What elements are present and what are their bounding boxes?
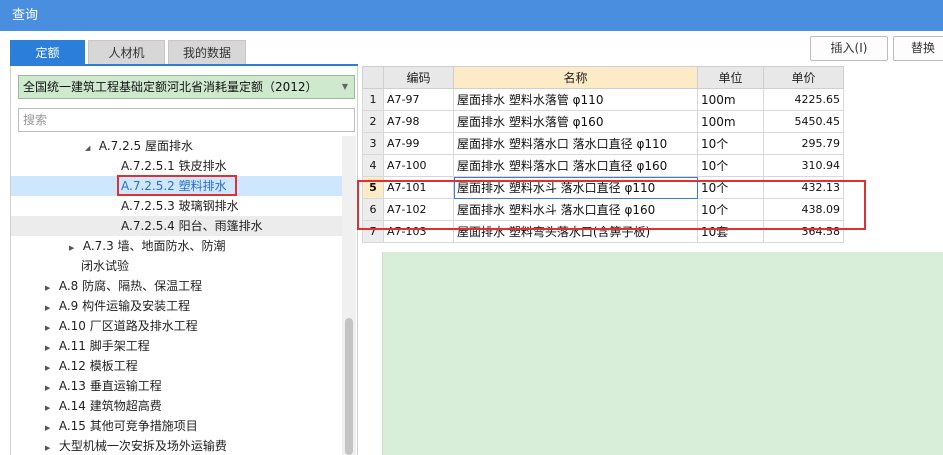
tree-node-label: A.7.2.5.1 铁皮排水 — [121, 159, 227, 173]
row-index[interactable]: 4 — [362, 154, 384, 177]
collapse-triangle-icon[interactable]: ◢ — [85, 138, 95, 158]
tree-node-a7-3[interactable]: ▶ A.7.3 墙、地面防水、防潮 — [69, 236, 226, 256]
tree-node-label: A.7.2.5.3 玻璃钢排水 — [121, 199, 239, 213]
tab-labor-material-machine[interactable]: 人材机 — [88, 40, 165, 65]
cell-name[interactable]: 屋面排水 塑料水落管 φ160 — [453, 110, 698, 133]
cell-unit[interactable]: 10个 — [697, 132, 764, 155]
cell-code[interactable]: A7-99 — [383, 132, 454, 155]
tab-bar: 定额 人材机 我的数据 — [10, 40, 249, 65]
corner-cell[interactable] — [362, 66, 384, 89]
cell-name[interactable]: 屋面排水 塑料落水口 落水口直径 φ160 — [453, 154, 698, 177]
tree-node-label: A.12 模板工程 — [58, 359, 138, 373]
chapter-tree: ◢ A.7.2.5 屋面排水 A.7.2.5.1 铁皮排水 A.7.2.5.2 … — [11, 136, 357, 455]
expand-triangle-icon[interactable]: ▶ — [45, 378, 55, 398]
tree-scrollbar[interactable] — [342, 136, 356, 455]
tree-node-a7-2-5-3[interactable]: A.7.2.5.3 玻璃钢排水 — [121, 196, 239, 216]
tree-node-a7-2-5-1[interactable]: A.7.2.5.1 铁皮排水 — [121, 156, 227, 176]
tree-node-label: A.7.2.5 屋面排水 — [98, 139, 193, 153]
expand-triangle-icon[interactable]: ▶ — [45, 298, 55, 318]
tree-node-a15[interactable]: ▶ A.15 其他可竞争措施项目 — [45, 416, 198, 436]
expand-triangle-icon[interactable]: ▶ — [45, 318, 55, 338]
highlight-box-tree — [117, 175, 237, 196]
table-row[interactable]: 2 A7-98 屋面排水 塑料水落管 φ160 100m 5450.45 — [362, 110, 844, 133]
tree-node-a8[interactable]: ▶ A.8 防腐、隔热、保温工程 — [45, 276, 202, 296]
row-index[interactable]: 3 — [362, 132, 384, 155]
tab-my-data[interactable]: 我的数据 — [168, 40, 246, 65]
tree-node-a10[interactable]: ▶ A.10 厂区道路及排水工程 — [45, 316, 198, 336]
tree-node-large-machinery[interactable]: ▶ 大型机械一次安拆及场外运输费 — [45, 436, 227, 455]
cell-code[interactable]: A7-100 — [383, 154, 454, 177]
expand-triangle-icon[interactable]: ▶ — [45, 358, 55, 378]
tab-quota[interactable]: 定额 — [10, 40, 85, 65]
tree-node-label: A.8 防腐、隔热、保温工程 — [58, 279, 203, 293]
row-index[interactable]: 1 — [362, 88, 384, 111]
expand-triangle-icon[interactable]: ▶ — [45, 278, 55, 298]
tree-node-label: A.7.3 墙、地面防水、防潮 — [82, 239, 226, 253]
table-row[interactable]: 1 A7-97 屋面排水 塑料水落管 φ110 100m 4225.65 — [362, 88, 844, 111]
column-header-price[interactable]: 单价 — [763, 66, 844, 89]
tree-node-label: A.7.2.5.4 阳台、雨篷排水 — [121, 219, 263, 233]
expand-triangle-icon[interactable]: ▶ — [45, 338, 55, 358]
cell-name[interactable]: 屋面排水 塑料落水口 落水口直径 φ110 — [453, 132, 698, 155]
column-header-code[interactable]: 编码 — [383, 66, 454, 89]
tree-node-a7-2-5-4[interactable]: A.7.2.5.4 阳台、雨篷排水 — [11, 216, 342, 236]
insert-button[interactable]: 插入(I) — [810, 36, 888, 61]
tree-node-label: A.11 脚手架工程 — [58, 339, 150, 353]
expand-triangle-icon[interactable]: ▶ — [45, 418, 55, 438]
expand-triangle-icon[interactable]: ▶ — [45, 438, 55, 455]
cell-unit[interactable]: 10个 — [697, 154, 764, 177]
tree-node-label: A.10 厂区道路及排水工程 — [58, 319, 198, 333]
table-header-row: 编码 名称 单位 单价 — [362, 66, 844, 89]
replace-button[interactable]: 替换 — [893, 36, 943, 61]
cell-name[interactable]: 屋面排水 塑料水落管 φ110 — [453, 88, 698, 111]
window-title: 查询 — [0, 0, 943, 31]
highlight-box-rows — [357, 180, 866, 230]
cell-price[interactable]: 4225.65 — [763, 88, 844, 111]
tree-node-label: A.13 垂直运输工程 — [58, 379, 162, 393]
cell-price[interactable]: 5450.45 — [763, 110, 844, 133]
cell-price[interactable]: 295.79 — [763, 132, 844, 155]
cell-unit[interactable]: 100m — [697, 110, 764, 133]
quota-library-value: 全国统一建筑工程基础定额河北省消耗量定额（2012） — [23, 80, 318, 94]
tree-node-a13[interactable]: ▶ A.13 垂直运输工程 — [45, 376, 162, 396]
row-index[interactable]: 2 — [362, 110, 384, 133]
tree-node-a14[interactable]: ▶ A.14 建筑物超高费 — [45, 396, 162, 416]
search-input[interactable] — [18, 108, 355, 132]
column-header-unit[interactable]: 单位 — [697, 66, 764, 89]
column-header-name[interactable]: 名称 — [453, 66, 698, 89]
tree-node-label: A.14 建筑物超高费 — [58, 399, 162, 413]
cell-code[interactable]: A7-97 — [383, 88, 454, 111]
quota-library-select[interactable]: 全国统一建筑工程基础定额河北省消耗量定额（2012） ▼ — [18, 75, 355, 99]
left-panel: 全国统一建筑工程基础定额河北省消耗量定额（2012） ▼ ◢ A.7.2.5 屋… — [10, 66, 358, 455]
cell-price[interactable]: 310.94 — [763, 154, 844, 177]
cell-unit[interactable]: 100m — [697, 88, 764, 111]
tree-node-a11[interactable]: ▶ A.11 脚手架工程 — [45, 336, 150, 356]
tree-node-a7-2-5[interactable]: ◢ A.7.2.5 屋面排水 — [85, 136, 193, 156]
expand-triangle-icon[interactable]: ▶ — [69, 238, 79, 258]
tree-node-label: 大型机械一次安拆及场外运输费 — [58, 439, 227, 453]
tree-node-label: 闭水试验 — [81, 259, 130, 273]
grid-empty-area — [383, 252, 943, 455]
tree-node-a12[interactable]: ▶ A.12 模板工程 — [45, 356, 138, 376]
tree-node-label: A.15 其他可竞争措施项目 — [58, 419, 198, 433]
table-row[interactable]: 3 A7-99 屋面排水 塑料落水口 落水口直径 φ110 10个 295.79 — [362, 132, 844, 155]
cell-code[interactable]: A7-98 — [383, 110, 454, 133]
scrollbar-thumb[interactable] — [345, 318, 353, 455]
dropdown-arrow-icon[interactable]: ▼ — [342, 76, 348, 98]
tree-node-a7-3-cont[interactable]: 闭水试验 — [81, 256, 129, 276]
table-row[interactable]: 4 A7-100 屋面排水 塑料落水口 落水口直径 φ160 10个 310.9… — [362, 154, 844, 177]
tree-node-label: A.9 构件运输及安装工程 — [58, 299, 191, 313]
expand-triangle-icon[interactable]: ▶ — [45, 398, 55, 418]
tree-node-a9[interactable]: ▶ A.9 构件运输及安装工程 — [45, 296, 190, 316]
grid-row-gutter — [362, 252, 383, 455]
